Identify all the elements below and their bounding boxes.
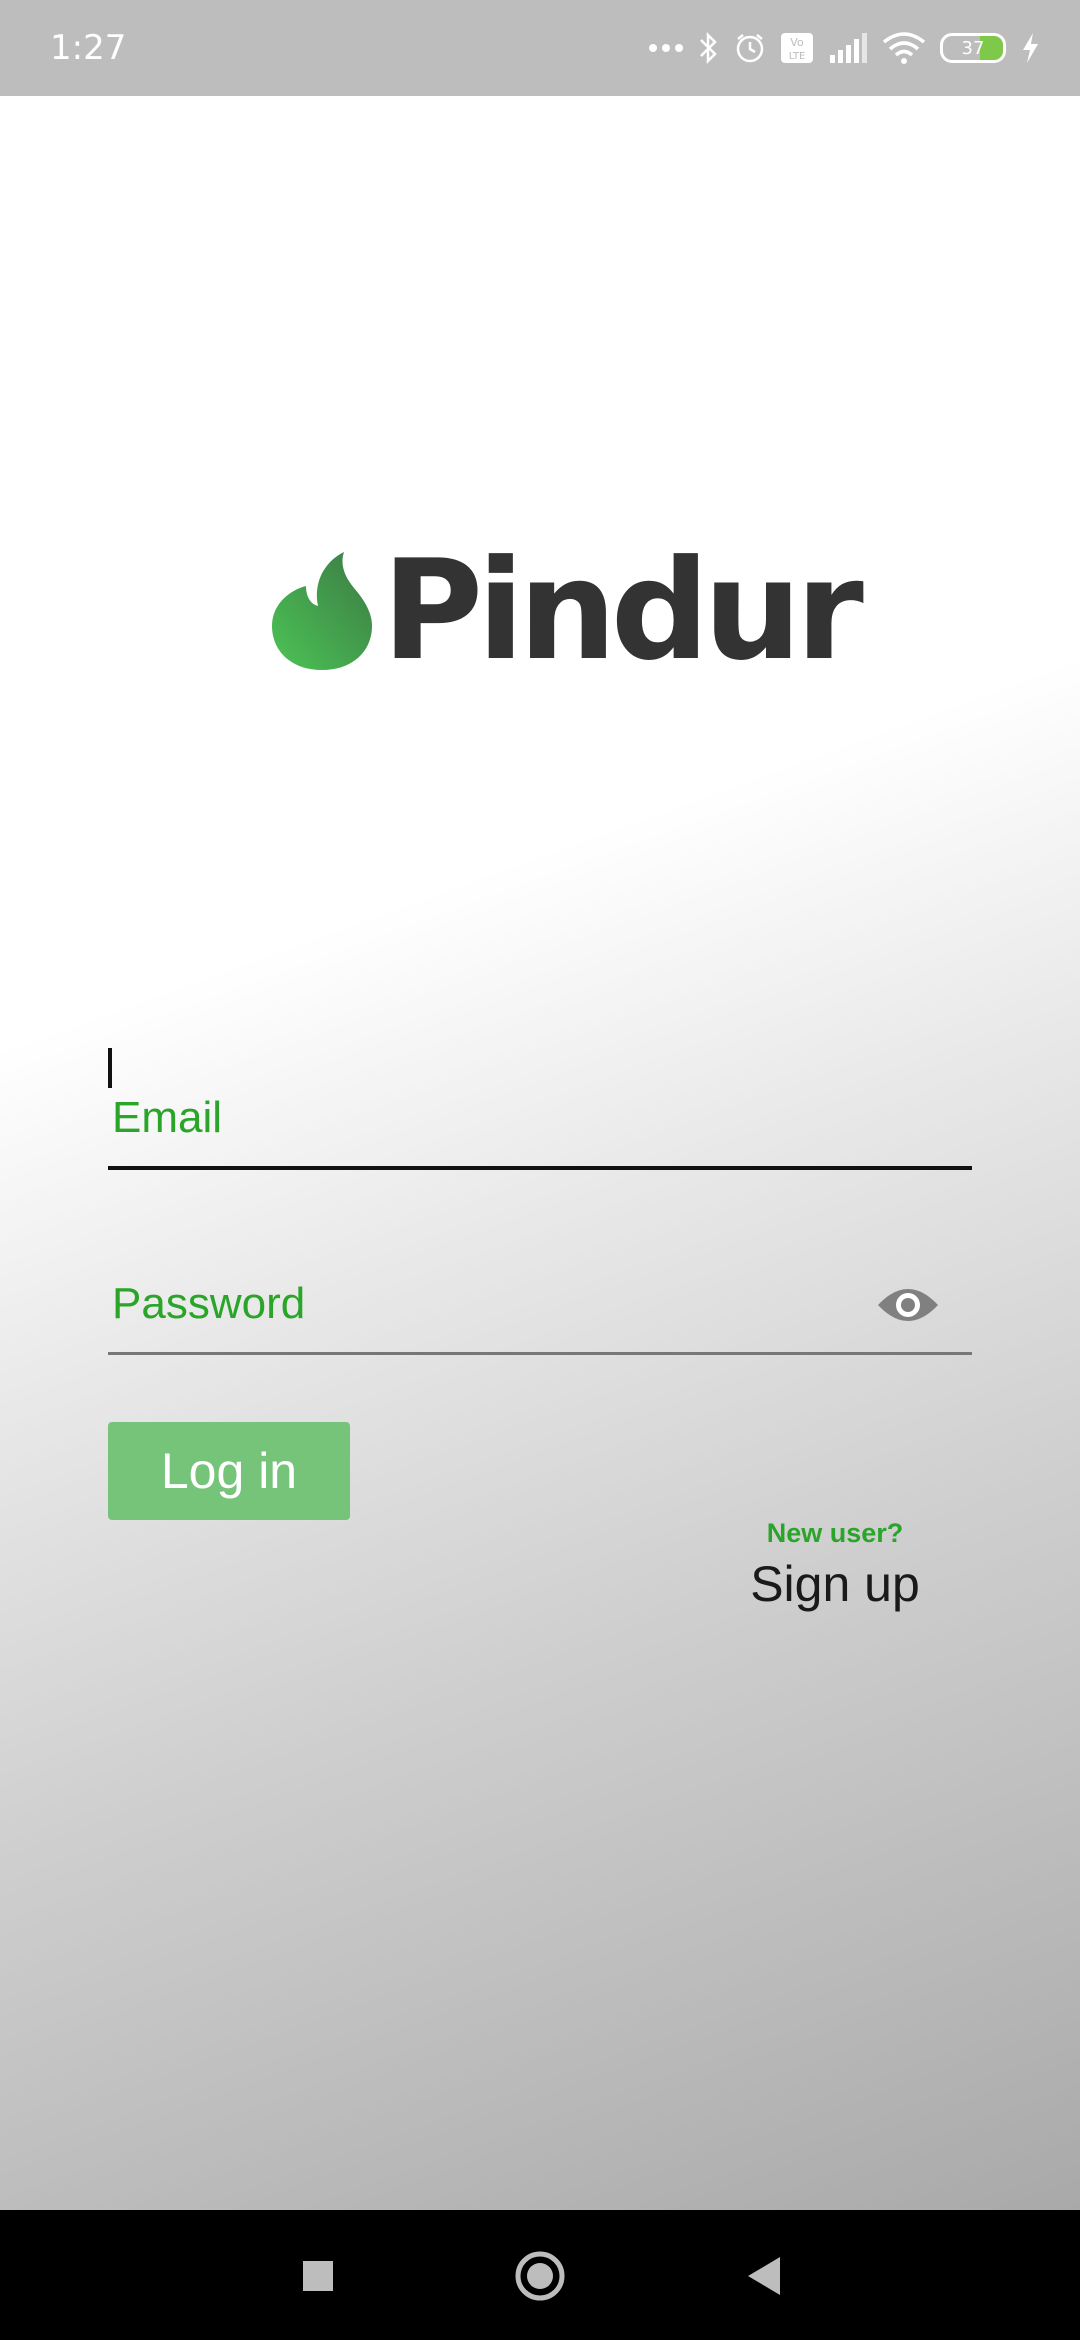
login-button[interactable]: Log in	[108, 1422, 350, 1520]
bluetooth-icon	[698, 31, 720, 65]
password-field[interactable]	[108, 1255, 972, 1352]
logo-text: Pindur	[382, 530, 864, 691]
navigation-bar	[0, 2210, 1080, 2340]
new-user-label: New user?	[766, 1518, 904, 1548]
status-icons: Vo LTE 37	[648, 31, 1040, 65]
battery-icon: 37	[940, 33, 1006, 63]
app-logo: Pindur	[270, 542, 864, 680]
signup-section: New user? Sign up	[740, 1518, 930, 1613]
signup-link[interactable]: Sign up	[740, 1555, 930, 1613]
email-field[interactable]	[108, 1070, 972, 1166]
flame-icon	[272, 552, 372, 670]
email-field-wrapper	[108, 1070, 972, 1170]
svg-text:Vo: Vo	[790, 36, 804, 49]
svg-text:LTE: LTE	[789, 51, 806, 62]
status-time: 1:27	[50, 28, 127, 68]
back-icon[interactable]	[738, 2250, 790, 2302]
charging-icon	[1020, 32, 1040, 64]
status-bar: 1:27 Vo LTE 37	[0, 0, 1080, 96]
volte-icon: Vo LTE	[780, 32, 814, 64]
signal-icon	[828, 33, 868, 63]
wifi-icon	[882, 32, 926, 64]
show-password-eye-icon[interactable]	[876, 1283, 940, 1327]
recent-apps-icon[interactable]	[292, 2250, 344, 2302]
more-dots-icon	[648, 42, 684, 54]
battery-level: 37	[961, 37, 985, 59]
password-field-wrapper	[108, 1255, 972, 1355]
home-icon[interactable]	[514, 2250, 566, 2302]
alarm-icon	[734, 32, 766, 64]
